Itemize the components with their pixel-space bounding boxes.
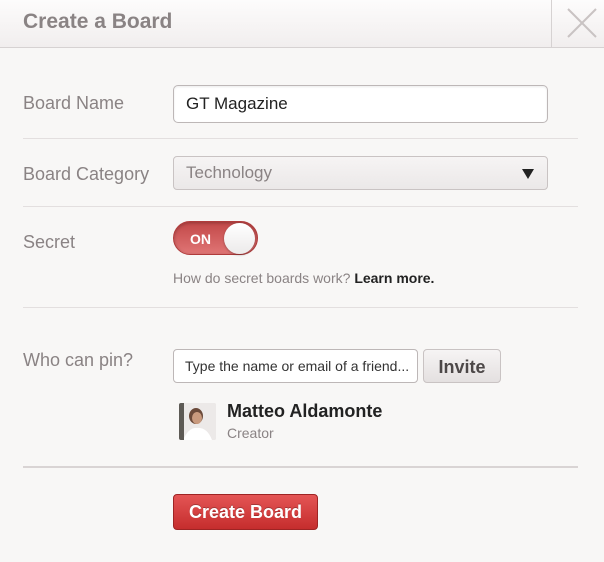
collaborator-name: Matteo Aldamonte bbox=[227, 401, 383, 421]
secret-toggle[interactable]: ON bbox=[173, 221, 258, 255]
dialog-title: Create a Board bbox=[23, 10, 173, 33]
close-button[interactable] bbox=[551, 0, 604, 48]
divider bbox=[23, 138, 578, 139]
toggle-state-label: ON bbox=[190, 231, 211, 247]
toggle-knob bbox=[224, 223, 255, 254]
secret-help: How do secret boards work? Learn more. bbox=[173, 270, 434, 286]
who-can-pin-label: Who can pin? bbox=[23, 350, 134, 370]
learn-more-link[interactable]: Learn more. bbox=[354, 270, 434, 286]
create-board-button[interactable]: Create Board bbox=[173, 494, 318, 530]
avatar bbox=[179, 403, 216, 440]
invite-button[interactable]: Invite bbox=[423, 349, 501, 383]
secret-label: Secret bbox=[23, 232, 76, 252]
dropdown-arrow-icon bbox=[522, 169, 534, 179]
dialog-header: Create a Board bbox=[0, 0, 604, 48]
divider bbox=[23, 206, 578, 207]
collaborator-role: Creator bbox=[227, 425, 274, 441]
board-category-label: Board Category bbox=[23, 164, 150, 184]
board-category-value: Technology bbox=[186, 163, 273, 182]
invite-friend-input[interactable]: Type the name or email of a friend... bbox=[173, 349, 418, 383]
secret-help-text: How do secret boards work? bbox=[173, 270, 351, 286]
close-icon bbox=[567, 8, 597, 38]
board-category-select[interactable]: Technology bbox=[173, 156, 548, 190]
divider bbox=[23, 307, 578, 308]
board-name-label: Board Name bbox=[23, 93, 125, 113]
board-name-input[interactable]: GT Magazine bbox=[173, 85, 548, 123]
divider bbox=[23, 466, 578, 468]
